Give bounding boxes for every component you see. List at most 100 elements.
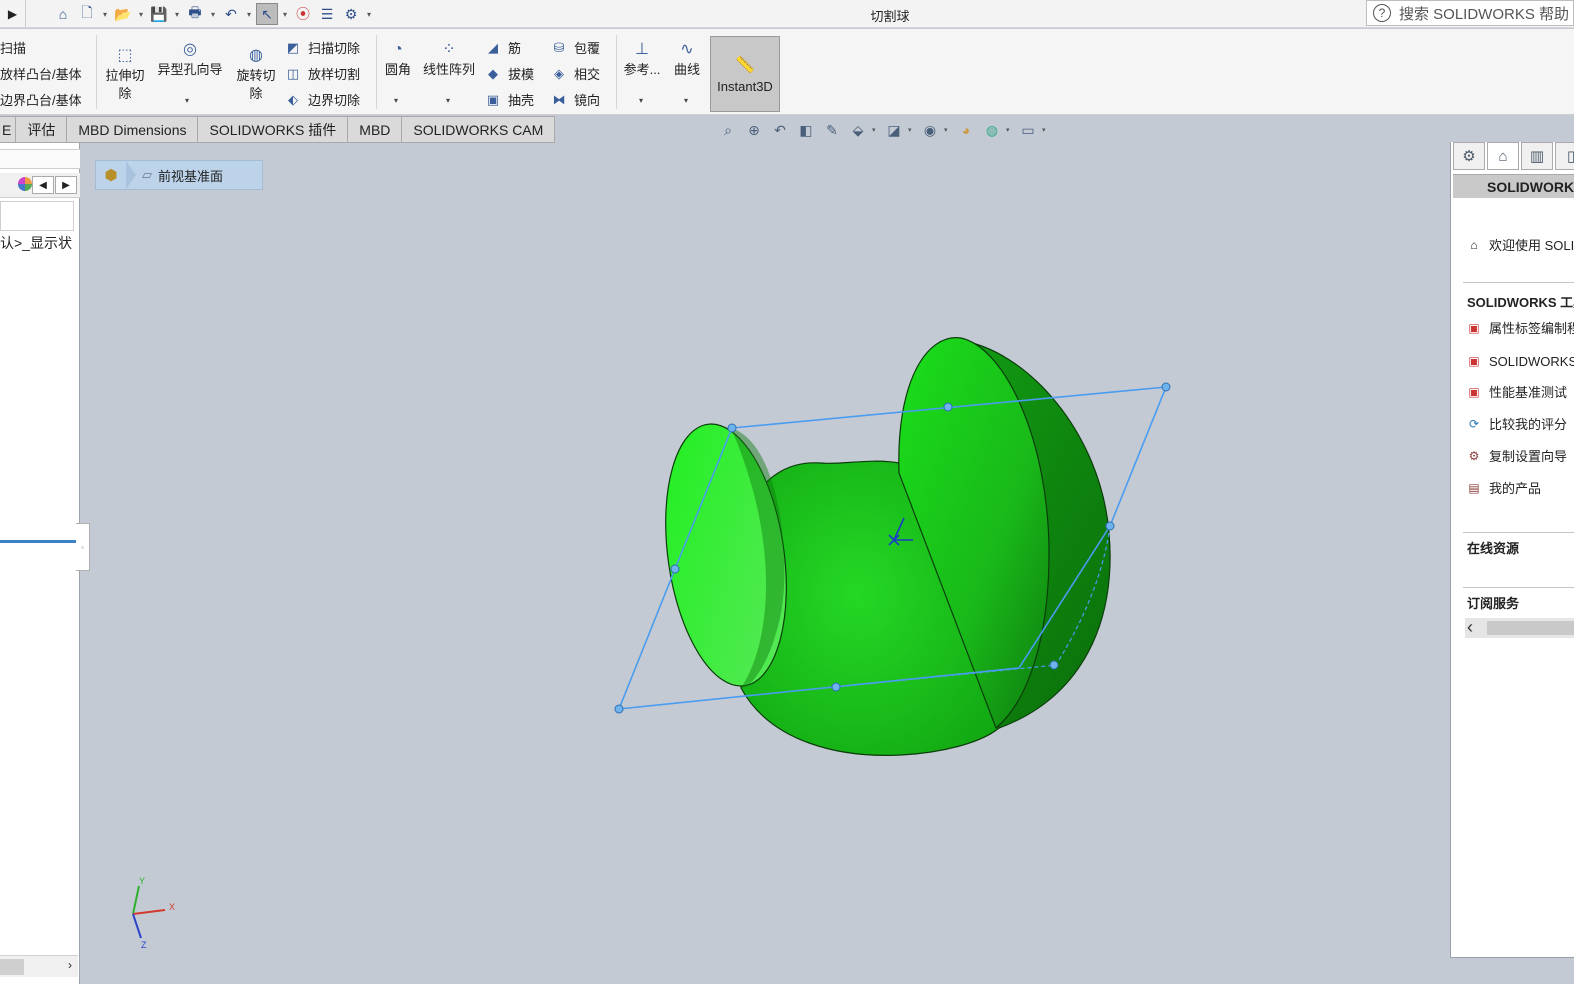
new-document-icon[interactable]: 🗋 — [76, 3, 98, 25]
tab-features[interactable]: E — [0, 116, 17, 143]
apply-scene-icon[interactable]: ◍ — [980, 119, 1004, 141]
extruded-cut-button[interactable]: ⬚ 拉伸切 除 — [103, 45, 147, 103]
options-gear-icon[interactable]: ⚙ — [340, 3, 362, 25]
plane-handle[interactable] — [670, 564, 680, 574]
save-icon[interactable]: 💾 — [148, 3, 170, 25]
welcome-link[interactable]: ⌂ 欢迎使用 SOLIDWORKS — [1465, 235, 1574, 254]
file-properties-icon[interactable]: ☰ — [316, 3, 338, 25]
hide-show-dropdown-icon[interactable]: ▾ — [944, 126, 952, 134]
tab-solidworks-cam[interactable]: SOLIDWORKS CAM — [402, 116, 556, 143]
rollback-bar[interactable] — [0, 540, 78, 543]
view-orientation-dropdown-icon[interactable]: ▾ — [872, 126, 880, 134]
file-explorer-tab-icon[interactable]: ▯ — [1555, 142, 1574, 170]
reference-triad[interactable]: Y X Z — [117, 874, 187, 950]
reference-geometry-button[interactable]: ⊥ 参考... — [622, 39, 662, 79]
boundary-cut-button[interactable]: ⬖ 边界切除 — [284, 90, 360, 109]
breadcrumb-item[interactable]: 前视基准面 — [158, 166, 223, 185]
tab-scroll-right-icon[interactable]: ▶ — [55, 176, 77, 194]
previous-view-icon[interactable]: ↶ — [768, 119, 792, 141]
traffic-light-icon[interactable]: ⦿ — [292, 3, 314, 25]
scrollbar-thumb[interactable] — [1487, 621, 1574, 635]
scroll-left-icon[interactable]: ‹ — [1467, 618, 1485, 638]
draft-button[interactable]: ◆ 拔模 — [484, 64, 534, 83]
tab-solidworks-addins[interactable]: SOLIDWORKS 插件 — [198, 116, 349, 143]
scene-dropdown-icon[interactable]: ▾ — [1006, 126, 1014, 134]
boundary-boss-button[interactable]: 边界凸台/基体 — [0, 90, 82, 109]
hole-wizard-button[interactable]: ◎ 异型孔向导 — [154, 39, 226, 79]
home-tab-icon[interactable]: ⌂ — [1487, 142, 1519, 170]
panel-horizontal-scrollbar[interactable]: › — [0, 955, 78, 977]
linear-pattern-button[interactable]: ⁘ 线性阵列 — [420, 39, 478, 79]
online-resources-section[interactable]: 在线资源 — [1467, 538, 1519, 557]
intersect-button[interactable]: ◈ 相交 — [550, 64, 600, 83]
dynamic-annotation-icon[interactable]: ✎ — [820, 119, 844, 141]
tab-scroll-left-icon[interactable]: ◀ — [32, 176, 54, 194]
fillet-dropdown-icon[interactable]: ▾ — [394, 96, 398, 105]
open-dropdown-icon[interactable]: ▾ — [136, 10, 146, 19]
mirror-button[interactable]: ⧓ 镜向 — [550, 90, 601, 109]
graphics-area[interactable]: Y X Z — [81, 143, 1450, 984]
feature-tree-filter[interactable] — [0, 201, 74, 231]
tab-evaluate[interactable]: 评估 — [16, 116, 68, 143]
curves-dropdown-icon[interactable]: ▾ — [684, 96, 688, 105]
save-dropdown-icon[interactable]: ▾ — [172, 10, 182, 19]
display-style-dropdown-icon[interactable]: ▾ — [908, 126, 916, 134]
plane-handle[interactable] — [831, 682, 841, 692]
print-dropdown-icon[interactable]: ▾ — [208, 10, 218, 19]
part-icon[interactable]: ⬢ — [96, 166, 126, 184]
select-cursor-icon[interactable]: ↖ — [256, 3, 278, 25]
revolved-cut-button[interactable]: ◍ 旋转切 除 — [234, 45, 278, 103]
section-view-icon[interactable]: ◧ — [794, 119, 818, 141]
solidworks-rx-link[interactable]: ▣ SOLIDWORKS Rx — [1465, 352, 1574, 370]
hide-show-items-icon[interactable]: ◉ — [918, 119, 942, 141]
shell-button[interactable]: ▣ 抽壳 — [484, 90, 534, 109]
zoom-to-area-icon[interactable]: ⊕ — [742, 119, 766, 141]
design-library-tab-icon[interactable]: ▥ — [1521, 142, 1553, 170]
plane-handle[interactable] — [1161, 382, 1171, 392]
wrap-button[interactable]: ⛁ 包覆 — [550, 38, 600, 57]
instant3d-button[interactable]: 📏 Instant3D — [710, 36, 780, 112]
plane-handle[interactable] — [614, 704, 624, 714]
copy-settings-link[interactable]: ⚙ 复制设置向导 — [1465, 446, 1567, 465]
open-folder-icon[interactable]: 📂 — [112, 3, 134, 25]
select-dropdown-icon[interactable]: ▾ — [280, 10, 290, 19]
scrollbar-thumb[interactable] — [0, 959, 24, 975]
print-icon[interactable]: 🖶 — [184, 3, 206, 25]
options-dropdown-icon[interactable]: ▾ — [364, 10, 374, 19]
property-tab-builder-link[interactable]: ▣ 属性标签编制程序 — [1465, 318, 1574, 337]
loft-boss-button[interactable]: 放样凸台/基体 — [0, 64, 82, 83]
display-manager-icon[interactable] — [18, 177, 32, 191]
subscription-services-section[interactable]: 订阅服务 — [1467, 593, 1519, 612]
compare-score-link[interactable]: ⟳ 比较我的评分 — [1465, 414, 1567, 433]
tab-mbd[interactable]: MBD — [348, 116, 403, 143]
view-settings-dropdown-icon[interactable]: ▾ — [1042, 126, 1050, 134]
solidworks-resources-tab-icon[interactable]: ⚙ — [1453, 142, 1485, 170]
scroll-right-icon[interactable]: › — [68, 958, 72, 972]
hole-wizard-dropdown-icon[interactable]: ▾ — [185, 96, 189, 105]
linear-pattern-dropdown-icon[interactable]: ▾ — [446, 96, 450, 105]
undo-dropdown-icon[interactable]: ▾ — [244, 10, 254, 19]
plane-handle[interactable] — [727, 423, 737, 433]
configuration-display-state[interactable]: 认>_显示状 — [0, 233, 72, 253]
view-orientation-icon[interactable]: ⬙ — [846, 119, 870, 141]
expand-menu-button[interactable]: ▶ — [0, 0, 26, 28]
display-style-icon[interactable]: ◪ — [882, 119, 906, 141]
new-dropdown-icon[interactable]: ▾ — [100, 10, 110, 19]
sweep-button[interactable]: 扫描 — [0, 38, 26, 57]
view-settings-icon[interactable]: ▭ — [1016, 119, 1040, 141]
fillet-button[interactable]: ◔ 圆角 — [381, 39, 415, 79]
task-pane-scrollbar[interactable]: ‹ — [1465, 618, 1574, 638]
plane-handle[interactable] — [943, 402, 953, 412]
edit-appearance-icon[interactable]: ◕ — [954, 119, 978, 141]
rib-button[interactable]: ◢ 筋 — [484, 38, 521, 57]
panel-collapse-handle[interactable]: ◦ — [76, 523, 90, 571]
home-icon[interactable]: ⌂ — [52, 3, 74, 25]
tab-mbd-dimensions[interactable]: MBD Dimensions — [67, 116, 199, 143]
zoom-to-fit-icon[interactable]: ⌕ — [716, 119, 740, 141]
reference-dropdown-icon[interactable]: ▾ — [639, 96, 643, 105]
benchmark-link[interactable]: ▣ 性能基准测试 — [1465, 382, 1567, 401]
lofted-cut-button[interactable]: ◫ 放样切割 — [284, 64, 360, 83]
swept-cut-button[interactable]: ◩ 扫描切除 — [284, 38, 360, 57]
plane-handle[interactable] — [1049, 660, 1059, 670]
model-view[interactable] — [81, 143, 1450, 984]
